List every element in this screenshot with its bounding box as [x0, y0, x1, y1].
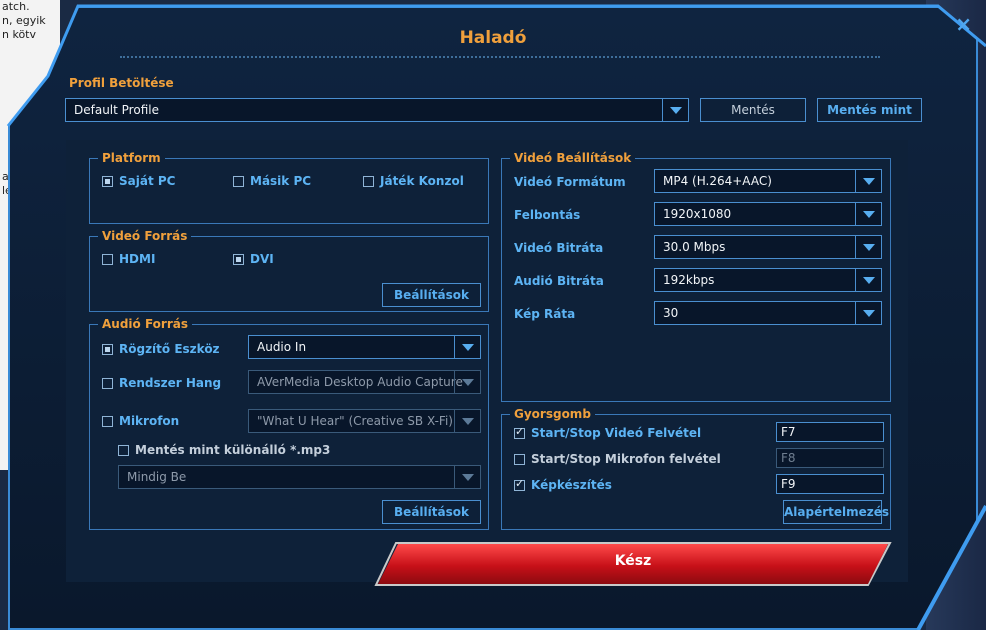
chevron-down-icon[interactable] [454, 336, 480, 358]
hotkey-default-button[interactable]: Alapértelmezés [783, 500, 889, 524]
mp3-mode-dropdown[interactable]: Mindig Be [118, 465, 481, 489]
audio-source-settings-button[interactable]: Beállítások [382, 500, 481, 524]
radio-unchecked-icon[interactable] [102, 253, 113, 265]
dialog-title: Haladó [459, 28, 527, 48]
hotkey-mic-record-checkbox[interactable]: Start/Stop Mikrofon felvétel [514, 452, 721, 466]
dropdown-value: AVerMedia Desktop Audio Capture [257, 375, 463, 389]
option-label: Mikrofon [119, 414, 180, 428]
platform-option-other-pc[interactable]: Másik PC [233, 174, 311, 188]
dropdown-value: Audio In [257, 340, 307, 354]
video-format-dropdown[interactable]: MP4 (H.264+AAC) [654, 169, 882, 193]
chevron-down-icon[interactable] [855, 302, 881, 324]
checkbox-unchecked-icon[interactable] [118, 444, 129, 456]
save-profile-as-button[interactable]: Mentés mint [817, 98, 922, 122]
option-label: Másik PC [250, 174, 312, 188]
dropdown-value: 1920x1080 [663, 207, 732, 221]
radio-unchecked-icon[interactable] [102, 377, 113, 389]
chevron-down-icon[interactable] [454, 410, 480, 432]
profile-dropdown[interactable]: Default Profile [65, 98, 689, 122]
frame-rate-label: Kép Ráta [514, 307, 576, 321]
dropdown-value: Mindig Be [127, 470, 187, 484]
option-label: Saját PC [119, 174, 176, 188]
video-source-settings-button[interactable]: Beállítások [382, 283, 481, 307]
audio-bitrate-dropdown[interactable]: 192kbps [654, 268, 882, 292]
dropdown-value: 30 [663, 306, 679, 320]
radio-checked-icon[interactable] [102, 175, 113, 187]
profile-value: Default Profile [74, 103, 159, 117]
resolution-dropdown[interactable]: 1920x1080 [654, 202, 882, 226]
microphone-dropdown[interactable]: "What U Hear" (Creative SB X-Fi) [248, 409, 481, 433]
save-profile-button[interactable]: Mentés [700, 98, 806, 122]
radio-unchecked-icon[interactable] [363, 175, 374, 187]
dropdown-value: "What U Hear" (Creative SB X-Fi) [257, 414, 453, 428]
audio-bitrate-label: Audió Bitráta [514, 274, 604, 288]
capture-device-dropdown[interactable]: Audio In [248, 335, 481, 359]
chevron-down-icon[interactable] [454, 371, 480, 393]
audio-microphone-option[interactable]: Mikrofon [102, 414, 179, 428]
hotkey-mic-record-field[interactable]: F8 [776, 448, 884, 468]
background-text: atch. [2, 0, 30, 13]
hotkey-title: Gyorsgomb [510, 407, 595, 421]
audio-system-sound-option[interactable]: Rendszer Hang [102, 376, 221, 390]
video-source-hdmi[interactable]: HDMI [102, 252, 155, 266]
option-label: Képkészítés [531, 478, 612, 492]
checkbox-checked-icon[interactable] [514, 425, 525, 439]
dropdown-value: 30.0 Mbps [663, 240, 726, 254]
option-label: Start/Stop Videó Felvétel [531, 426, 702, 440]
profile-label: Profil Betöltése [69, 76, 174, 90]
video-format-label: Videó Formátum [514, 175, 626, 189]
video-bitrate-label: Videó Bitráta [514, 241, 604, 255]
title-divider [120, 56, 880, 58]
chevron-down-icon[interactable] [855, 236, 881, 258]
radio-checked-icon[interactable] [233, 253, 244, 265]
dropdown-value: MP4 (H.264+AAC) [663, 174, 772, 188]
radio-unchecked-icon[interactable] [233, 175, 244, 187]
video-source-dvi[interactable]: DVI [233, 252, 274, 266]
frame-rate-dropdown[interactable]: 30 [654, 301, 882, 325]
video-settings-title: Videó Beállítások [510, 151, 636, 165]
platform-option-console[interactable]: Játék Konzol [363, 174, 464, 188]
platform-option-own-pc[interactable]: Saját PC [102, 174, 175, 188]
option-label: Mentés mint különálló *.mp3 [135, 443, 331, 457]
chevron-down-icon[interactable] [855, 203, 881, 225]
resolution-label: Felbontás [514, 208, 581, 222]
audio-source-title: Audió Forrás [98, 317, 192, 331]
option-label: HDMI [119, 252, 156, 266]
audio-capture-device-option[interactable]: Rögzítő Eszköz [102, 342, 220, 356]
close-icon[interactable]: × [955, 12, 972, 36]
video-bitrate-dropdown[interactable]: 30.0 Mbps [654, 235, 882, 259]
video-source-title: Videó Forrás [98, 229, 192, 243]
done-button[interactable]: Kész [378, 544, 888, 584]
radio-checked-icon[interactable] [102, 343, 113, 355]
platform-group: Platform [89, 151, 489, 224]
hotkey-video-record-field[interactable]: F7 [776, 422, 884, 442]
chevron-down-icon[interactable] [855, 269, 881, 291]
checkbox-unchecked-icon[interactable] [514, 453, 525, 465]
dropdown-value: 192kbps [663, 273, 715, 287]
chevron-down-icon[interactable] [454, 466, 480, 488]
option-label: Játék Konzol [380, 174, 464, 188]
checkbox-checked-icon[interactable] [514, 477, 525, 491]
platform-title: Platform [98, 151, 165, 165]
option-label: Start/Stop Mikrofon felvétel [531, 452, 721, 466]
system-sound-dropdown[interactable]: AVerMedia Desktop Audio Capture [248, 370, 481, 394]
chevron-down-icon[interactable] [662, 99, 688, 121]
save-separate-mp3-checkbox[interactable]: Mentés mint különálló *.mp3 [118, 443, 330, 457]
option-label: Rendszer Hang [119, 376, 222, 390]
background-text: n, egyik [2, 14, 46, 27]
hotkey-video-record-checkbox[interactable]: Start/Stop Videó Felvétel [514, 425, 702, 440]
hotkey-screenshot-field[interactable]: F9 [776, 474, 884, 494]
option-label: DVI [250, 252, 274, 266]
chevron-down-icon[interactable] [855, 170, 881, 192]
hotkey-screenshot-checkbox[interactable]: Képkészítés [514, 477, 612, 492]
option-label: Rögzítő Eszköz [119, 342, 220, 356]
radio-unchecked-icon[interactable] [102, 415, 113, 427]
